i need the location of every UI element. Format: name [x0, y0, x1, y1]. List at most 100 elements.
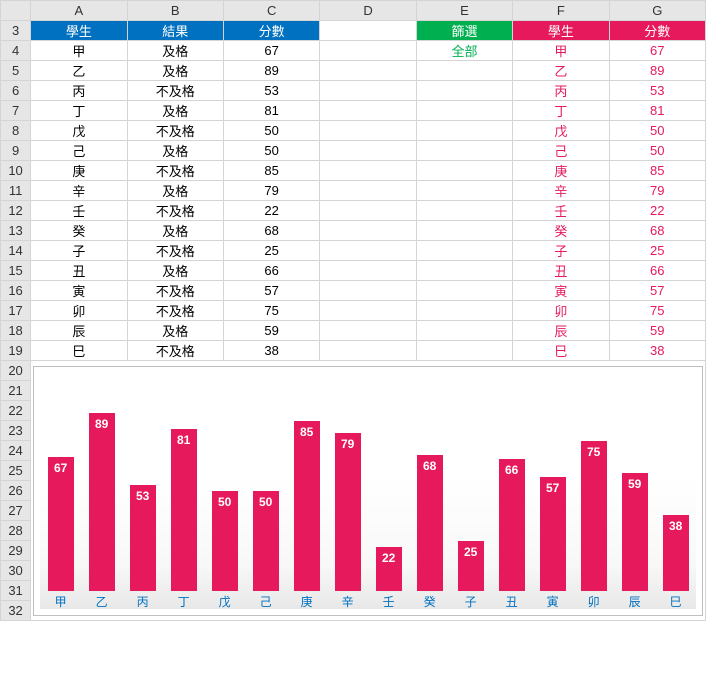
corner-cell[interactable]: [1, 1, 31, 21]
row-header[interactable]: 3: [1, 21, 31, 41]
cell-score[interactable]: 25: [223, 241, 319, 261]
cell-score-right[interactable]: 85: [609, 161, 705, 181]
cell[interactable]: [320, 341, 416, 361]
cell-result[interactable]: 不及格: [127, 341, 223, 361]
cell-score[interactable]: 57: [223, 281, 319, 301]
cell-score-right[interactable]: 59: [609, 321, 705, 341]
cell-filter-value[interactable]: [416, 141, 512, 161]
cell-filter-value[interactable]: [416, 121, 512, 141]
cell-score[interactable]: 75: [223, 301, 319, 321]
cell-student[interactable]: 丁: [31, 101, 127, 121]
row-header[interactable]: 10: [1, 161, 31, 181]
col-header[interactable]: G: [609, 1, 705, 21]
cell-result[interactable]: 不及格: [127, 201, 223, 221]
cell[interactable]: [320, 221, 416, 241]
cell[interactable]: [320, 61, 416, 81]
row-header[interactable]: 23: [1, 421, 31, 441]
cell-score-right[interactable]: 68: [609, 221, 705, 241]
cell-student[interactable]: 辛: [31, 181, 127, 201]
cell-score[interactable]: 66: [223, 261, 319, 281]
cell-filter-value[interactable]: [416, 161, 512, 181]
row-header[interactable]: 4: [1, 41, 31, 61]
cell-student-right[interactable]: 癸: [513, 221, 609, 241]
cell-score-right[interactable]: 50: [609, 141, 705, 161]
cell[interactable]: [320, 241, 416, 261]
header-result[interactable]: 結果: [127, 21, 223, 41]
row-header[interactable]: 20: [1, 361, 31, 381]
cell-student[interactable]: 卯: [31, 301, 127, 321]
cell[interactable]: [320, 161, 416, 181]
row-header[interactable]: 28: [1, 521, 31, 541]
row-header[interactable]: 26: [1, 481, 31, 501]
cell-student[interactable]: 丙: [31, 81, 127, 101]
cell-result[interactable]: 不及格: [127, 161, 223, 181]
cell[interactable]: [320, 201, 416, 221]
cell-score[interactable]: 59: [223, 321, 319, 341]
cell-score[interactable]: 50: [223, 121, 319, 141]
cell-score[interactable]: 79: [223, 181, 319, 201]
col-header[interactable]: A: [31, 1, 127, 21]
cell-filter-value[interactable]: 全部: [416, 41, 512, 61]
cell[interactable]: [320, 301, 416, 321]
cell-score-right[interactable]: 67: [609, 41, 705, 61]
cell-student[interactable]: 乙: [31, 61, 127, 81]
cell-student-right[interactable]: 辛: [513, 181, 609, 201]
cell-score[interactable]: 89: [223, 61, 319, 81]
cell[interactable]: [320, 101, 416, 121]
cell-filter-value[interactable]: [416, 321, 512, 341]
row-header[interactable]: 8: [1, 121, 31, 141]
cell-student-right[interactable]: 辰: [513, 321, 609, 341]
row-header[interactable]: 14: [1, 241, 31, 261]
cell-filter-value[interactable]: [416, 61, 512, 81]
row-header[interactable]: 29: [1, 541, 31, 561]
cell-student-right[interactable]: 甲: [513, 41, 609, 61]
row-header[interactable]: 24: [1, 441, 31, 461]
col-header[interactable]: B: [127, 1, 223, 21]
row-header[interactable]: 30: [1, 561, 31, 581]
row-header[interactable]: 31: [1, 581, 31, 601]
cell-score-right[interactable]: 25: [609, 241, 705, 261]
row-header[interactable]: 15: [1, 261, 31, 281]
cell-result[interactable]: 不及格: [127, 281, 223, 301]
cell-result[interactable]: 及格: [127, 61, 223, 81]
row-header[interactable]: 17: [1, 301, 31, 321]
cell[interactable]: [320, 21, 416, 41]
bar-chart[interactable]: 67 89 53 81 50 50 85: [33, 366, 703, 616]
cell-student-right[interactable]: 乙: [513, 61, 609, 81]
cell-result[interactable]: 不及格: [127, 81, 223, 101]
cell-filter-value[interactable]: [416, 81, 512, 101]
cell-result[interactable]: 不及格: [127, 301, 223, 321]
cell-student-right[interactable]: 子: [513, 241, 609, 261]
cell-student[interactable]: 寅: [31, 281, 127, 301]
cell-student-right[interactable]: 卯: [513, 301, 609, 321]
row-header[interactable]: 13: [1, 221, 31, 241]
cell-student-right[interactable]: 壬: [513, 201, 609, 221]
spreadsheet-grid[interactable]: A B C D E F G 3學生結果分數篩選學生分數4甲及格67全部甲675乙…: [0, 0, 706, 621]
cell[interactable]: [320, 321, 416, 341]
cell-filter-value[interactable]: [416, 341, 512, 361]
cell-score[interactable]: 53: [223, 81, 319, 101]
row-header[interactable]: 16: [1, 281, 31, 301]
cell-result[interactable]: 及格: [127, 221, 223, 241]
cell-score-right[interactable]: 22: [609, 201, 705, 221]
cell-student[interactable]: 壬: [31, 201, 127, 221]
row-header[interactable]: 21: [1, 381, 31, 401]
row-header[interactable]: 7: [1, 101, 31, 121]
cell-student-right[interactable]: 戊: [513, 121, 609, 141]
cell[interactable]: [320, 181, 416, 201]
cell-result[interactable]: 及格: [127, 261, 223, 281]
cell-student-right[interactable]: 庚: [513, 161, 609, 181]
cell-score[interactable]: 67: [223, 41, 319, 61]
col-header[interactable]: C: [223, 1, 319, 21]
cell-score-right[interactable]: 38: [609, 341, 705, 361]
row-header[interactable]: 27: [1, 501, 31, 521]
cell[interactable]: [320, 281, 416, 301]
cell-result[interactable]: 及格: [127, 181, 223, 201]
cell-score-right[interactable]: 75: [609, 301, 705, 321]
row-header[interactable]: 6: [1, 81, 31, 101]
cell-score-right[interactable]: 53: [609, 81, 705, 101]
header-student[interactable]: 學生: [31, 21, 127, 41]
cell-filter-value[interactable]: [416, 181, 512, 201]
cell-filter-value[interactable]: [416, 201, 512, 221]
cell-student[interactable]: 癸: [31, 221, 127, 241]
